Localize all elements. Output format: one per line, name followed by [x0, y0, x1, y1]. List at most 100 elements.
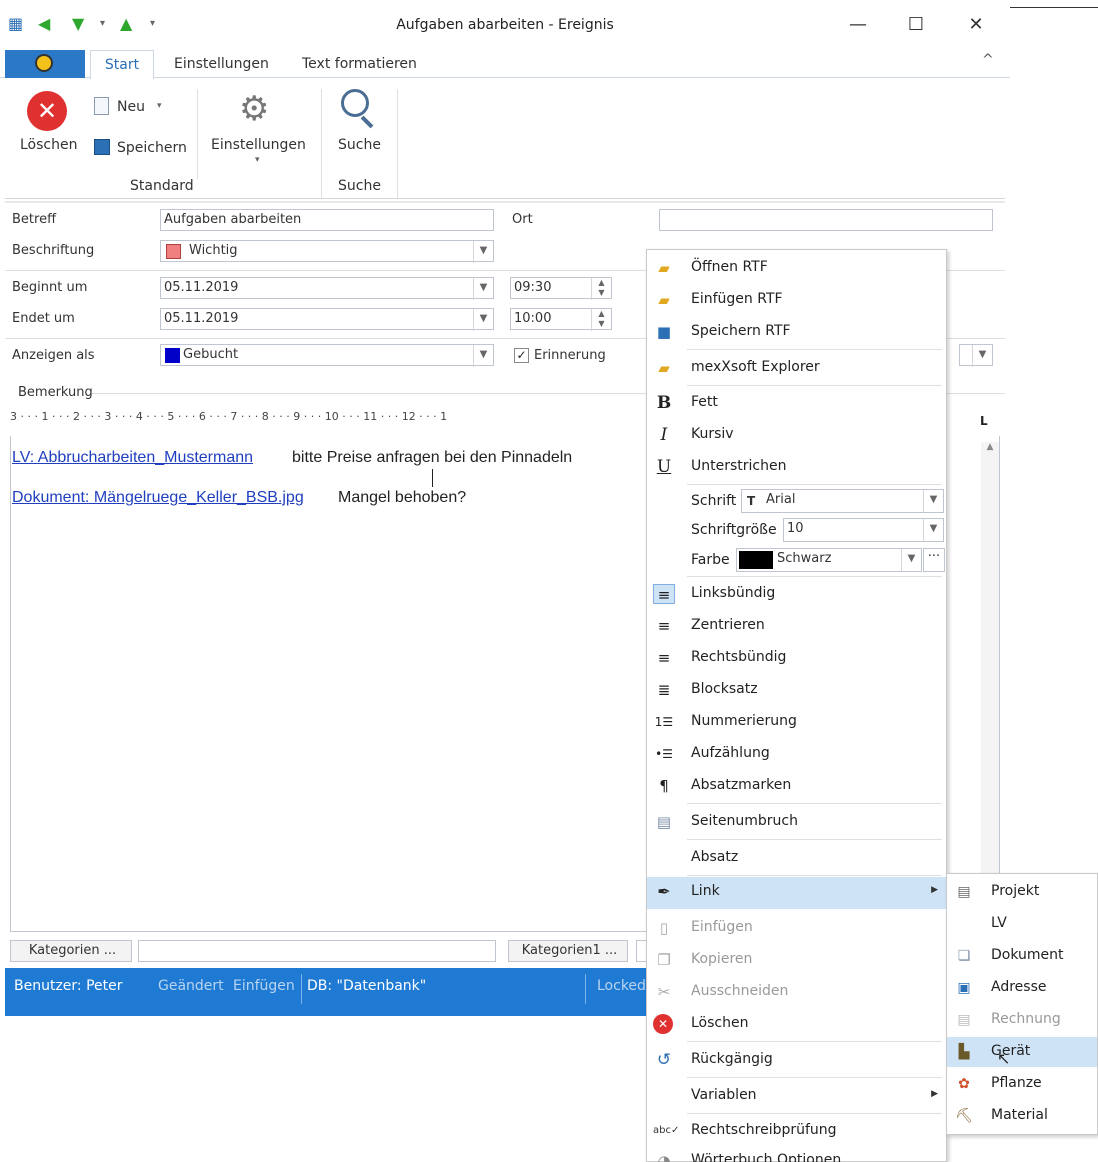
- menu-paste[interactable]: ▯ Einfügen: [647, 913, 946, 943]
- delete-icon[interactable]: ✕: [27, 91, 67, 131]
- chevron-down-icon[interactable]: ▼: [473, 345, 493, 367]
- categories1-button[interactable]: Kategorien1 ...: [508, 940, 628, 962]
- app-menu-icon: [35, 54, 53, 72]
- start-date-input[interactable]: 05.11.2019 ▼: [160, 277, 494, 300]
- chevron-down-icon[interactable]: ▼: [923, 490, 943, 512]
- label-select[interactable]: Wichtig ▼: [160, 240, 494, 263]
- submenu-lv[interactable]: LV: [947, 909, 1097, 939]
- status-locked: Locked: [597, 978, 646, 994]
- show-as-select[interactable]: Gebucht ▼: [160, 344, 494, 367]
- menu-save-rtf[interactable]: ■ Speichern RTF: [647, 317, 946, 347]
- subject-input[interactable]: Aufgaben abarbeiten: [160, 209, 494, 231]
- submenu-device[interactable]: ▙ Gerät ↖: [947, 1037, 1097, 1068]
- menu-undo[interactable]: ↺ Rückgängig: [647, 1045, 946, 1075]
- settings-button[interactable]: Einstellungen: [211, 137, 306, 153]
- lv-link[interactable]: LV: Abbrucharbeiten_Mustermann: [12, 449, 253, 467]
- menu-italic[interactable]: I Kursiv: [647, 420, 946, 450]
- end-time-value: 10:00: [514, 311, 552, 326]
- menu-explorer[interactable]: ▰ mexXsoft Explorer: [647, 353, 946, 383]
- new-dropdown-icon[interactable]: ▾: [157, 101, 162, 111]
- menu-center[interactable]: ≡ Zentrieren: [647, 611, 946, 641]
- close-button[interactable]: ✕: [956, 10, 996, 40]
- categories-input[interactable]: [138, 940, 496, 962]
- categories-button[interactable]: Kategorien ...: [10, 940, 132, 962]
- chevron-down-icon[interactable]: ▼: [923, 519, 943, 541]
- chevron-down-icon[interactable]: ▼: [473, 241, 493, 263]
- submenu-project[interactable]: ▤ Projekt: [947, 877, 1097, 907]
- menu-spellcheck[interactable]: abc✓ Rechtschreibprüfung: [647, 1116, 946, 1146]
- reminder-time-select[interactable]: ▼: [959, 344, 993, 367]
- chevron-down-icon[interactable]: ▼: [473, 278, 493, 300]
- color-more-button[interactable]: ···: [923, 548, 945, 572]
- save-icon: ■: [656, 323, 672, 341]
- save-button[interactable]: Speichern: [117, 140, 187, 156]
- underline-icon: U: [656, 457, 672, 477]
- settings-dropdown-icon[interactable]: ▾: [255, 155, 260, 165]
- start-time-input[interactable]: 09:30 ▲ ▼: [510, 277, 612, 300]
- undo-icon: ↺: [656, 1050, 672, 1070]
- collapse-ribbon-button[interactable]: ^: [982, 52, 994, 68]
- end-date-value: 05.11.2019: [164, 311, 239, 326]
- reminder-label: Erinnerung: [534, 348, 606, 363]
- maximize-button[interactable]: ☐: [896, 10, 936, 40]
- menu-numbering[interactable]: 1☰ Nummerierung: [647, 707, 946, 737]
- document-link[interactable]: Dokument: Mängelruege_Keller_BSB.jpg: [12, 489, 304, 507]
- search-button[interactable]: Suche: [338, 137, 381, 153]
- tab-settings[interactable]: Einstellungen: [174, 56, 269, 72]
- location-input[interactable]: [659, 209, 993, 231]
- chevron-down-icon[interactable]: ▼: [901, 549, 921, 571]
- menu-paragraph-marks[interactable]: ¶ Absatzmarken: [647, 771, 946, 801]
- explorer-folder-icon: ▰: [658, 359, 670, 377]
- menu-separator: [687, 349, 942, 350]
- chevron-down-icon[interactable]: ▼: [473, 309, 493, 331]
- menu-cut[interactable]: ✂ Ausschneiden: [647, 977, 946, 1007]
- menu-variables[interactable]: Variablen ▶: [647, 1081, 946, 1111]
- quill-pen-icon: ✒: [657, 882, 671, 901]
- menu-link[interactable]: ✒ Link ▶: [647, 877, 946, 909]
- mouse-cursor-icon: ↖: [997, 1049, 1011, 1068]
- divider: [5, 201, 1005, 203]
- submenu-invoice[interactable]: ▤ Rechnung: [947, 1005, 1097, 1035]
- time-spinner-icon[interactable]: ▲ ▼: [591, 278, 611, 300]
- menu-page-break[interactable]: ▤ Seitenumbruch: [647, 807, 946, 837]
- end-date-input[interactable]: 05.11.2019 ▼: [160, 308, 494, 331]
- vertical-scrollbar[interactable]: ▲: [981, 442, 999, 930]
- menu-delete[interactable]: ✕ Löschen: [647, 1009, 946, 1039]
- menu-bullets[interactable]: •☰ Aufzählung: [647, 739, 946, 769]
- new-button[interactable]: Neu: [117, 99, 145, 115]
- menu-copy[interactable]: ❐ Kopieren: [647, 945, 946, 975]
- submenu-plant[interactable]: ✿ Pflanze: [947, 1069, 1097, 1099]
- menu-justify[interactable]: ≣ Blocksatz: [647, 675, 946, 705]
- spellcheck-icon: abc✓: [653, 1125, 680, 1136]
- font-size-select[interactable]: 10 ▼: [783, 518, 944, 542]
- show-as-label: Anzeigen als: [12, 348, 95, 363]
- chevron-down-icon[interactable]: ▼: [972, 345, 992, 367]
- reminder-checkbox[interactable]: ✓: [514, 348, 529, 363]
- tab-start[interactable]: Start: [90, 50, 154, 79]
- font-size-value: 10: [787, 521, 804, 536]
- menu-align-right[interactable]: ≡ Rechtsbündig: [647, 643, 946, 673]
- tab-stop-icon[interactable]: L: [980, 414, 988, 428]
- submenu-document[interactable]: ❏ Dokument: [947, 941, 1097, 971]
- font-select[interactable]: T Arial ▼: [741, 489, 944, 513]
- end-time-input[interactable]: 10:00 ▲ ▼: [510, 308, 612, 331]
- tab-format-text[interactable]: Text formatieren: [302, 56, 417, 72]
- minimize-button[interactable]: —: [838, 10, 878, 40]
- material-icon: ⛏: [955, 1108, 973, 1124]
- submenu-material[interactable]: ⛏ Material: [947, 1101, 1097, 1131]
- time-spinner-icon[interactable]: ▲ ▼: [591, 309, 611, 331]
- menu-paragraph[interactable]: Absatz: [647, 843, 946, 873]
- menu-dictionary[interactable]: ◔ Wörterbuch Optionen: [647, 1146, 946, 1162]
- scroll-up-icon[interactable]: ▲: [981, 442, 999, 452]
- submenu-address[interactable]: ▣ Adresse: [947, 973, 1097, 1003]
- menu-bold[interactable]: B Fett: [647, 388, 946, 418]
- group-label-standard: Standard: [130, 178, 194, 194]
- menu-align-left[interactable]: ≡ Linksbündig: [647, 579, 946, 609]
- color-select[interactable]: Schwarz ▼: [736, 548, 922, 572]
- menu-underline[interactable]: U Unterstrichen: [647, 452, 946, 482]
- menu-insert-rtf[interactable]: ▰ Einfügen RTF: [647, 285, 946, 315]
- delete-button[interactable]: Löschen: [20, 137, 77, 153]
- menu-separator: [687, 576, 942, 577]
- menu-open-rtf[interactable]: ▰ Öffnen RTF: [647, 253, 946, 283]
- file-tab[interactable]: [5, 50, 85, 78]
